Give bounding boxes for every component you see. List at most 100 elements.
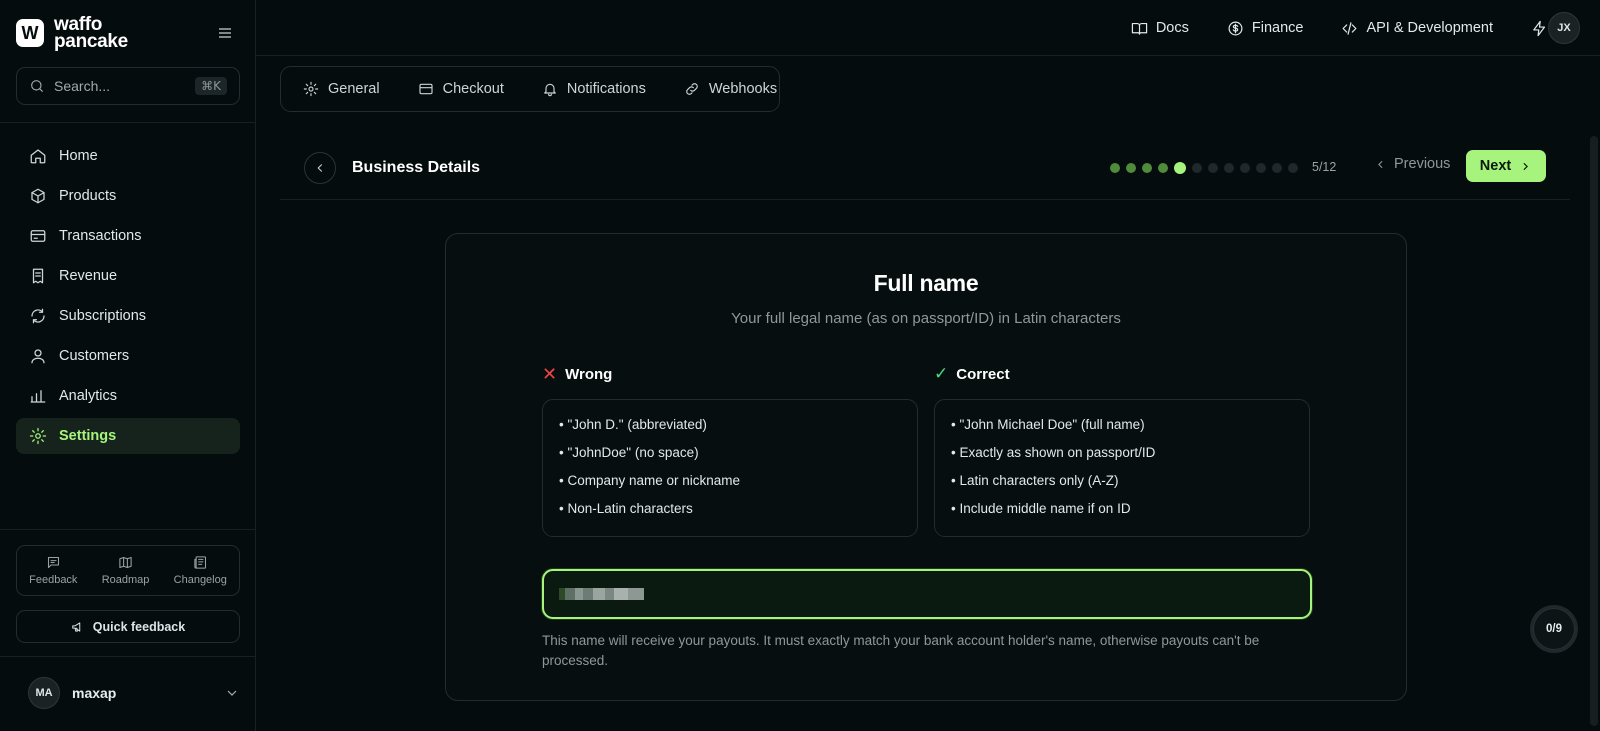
feedback-link[interactable]: Feedback xyxy=(29,555,77,586)
api-development-link-label: API & Development xyxy=(1366,20,1493,36)
sidebar-item-label: Settings xyxy=(59,428,117,444)
search-icon xyxy=(29,78,45,94)
newspaper-icon xyxy=(193,555,208,570)
card-title: Full name xyxy=(873,270,979,296)
account-avatar[interactable]: JX xyxy=(1548,12,1580,44)
correct-examples-box: • "John Michael Doe" (full name) • Exact… xyxy=(934,399,1310,537)
tab-notifications[interactable]: Notifications xyxy=(542,81,646,97)
lightning-icon xyxy=(1531,20,1548,37)
user-name: maxap xyxy=(72,685,117,701)
search-input[interactable]: Search... ⌘K xyxy=(16,67,240,105)
sidebar-item-customers[interactable]: Customers xyxy=(16,338,240,374)
docs-link[interactable]: Docs xyxy=(1131,20,1189,37)
box-icon xyxy=(29,187,47,205)
previous-button-label: Previous xyxy=(1394,156,1451,172)
top-bar: Docs Finance API & Development JX xyxy=(256,0,1600,56)
sidebar-item-transactions[interactable]: Transactions xyxy=(16,218,240,254)
api-development-link[interactable]: API & Development xyxy=(1341,20,1493,37)
sidebar-item-analytics[interactable]: Analytics xyxy=(16,378,240,414)
sidebar-item-label: Home xyxy=(59,148,98,164)
roadmap-link-label: Roadmap xyxy=(101,574,150,586)
tab-general[interactable]: General xyxy=(303,81,380,97)
previous-button[interactable]: Previous xyxy=(1374,156,1450,172)
correct-heading: ✓ Correct xyxy=(934,364,1010,384)
progress-badge[interactable]: 0/9 xyxy=(1530,605,1578,653)
next-button[interactable]: Next xyxy=(1466,150,1546,182)
sidebar-nav: Home Products Transactions Revenue Subsc… xyxy=(16,138,240,458)
tab-label: General xyxy=(328,81,380,97)
gear-icon xyxy=(303,81,319,97)
list-item: • Include middle name if on ID xyxy=(951,501,1131,516)
dollar-circle-icon xyxy=(1227,20,1244,37)
sidebar-divider xyxy=(0,122,256,123)
finance-link-label: Finance xyxy=(1251,20,1304,36)
book-icon xyxy=(1131,20,1148,37)
list-item: • "John D." (abbreviated) xyxy=(559,417,707,432)
step-dot xyxy=(1224,163,1234,173)
check-icon: ✓ xyxy=(934,364,949,384)
wrong-examples-box: • "John D." (abbreviated) • "JohnDoe" (n… xyxy=(542,399,918,537)
step-dot xyxy=(1288,163,1298,173)
step-dot xyxy=(1158,163,1168,173)
wrong-heading: ✕ Wrong xyxy=(542,364,612,385)
sidebar-item-revenue[interactable]: Revenue xyxy=(16,258,240,294)
sidebar-item-home[interactable]: Home xyxy=(16,138,240,174)
finance-link[interactable]: Finance xyxy=(1227,20,1304,37)
changelog-link-label: Changelog xyxy=(173,574,227,586)
next-button-label: Next xyxy=(1479,158,1512,174)
sidebar-item-settings[interactable]: Settings xyxy=(16,418,240,454)
list-item: • Latin characters only (A-Z) xyxy=(951,473,1119,488)
step-counter: 5/12 xyxy=(1312,160,1337,174)
code-icon xyxy=(1341,20,1358,37)
credit-card-icon xyxy=(29,227,47,245)
sidebar-collapse-button[interactable] xyxy=(216,24,234,42)
sidebar-item-label: Revenue xyxy=(59,268,118,284)
step-dot xyxy=(1240,163,1250,173)
redacted-name-value xyxy=(559,588,644,600)
quick-links: Feedback Roadmap Changelog xyxy=(16,545,240,596)
tab-label: Checkout xyxy=(442,81,504,97)
feedback-link-label: Feedback xyxy=(29,574,78,586)
full-name-input[interactable] xyxy=(542,569,1312,619)
menu-icon xyxy=(219,28,231,38)
brand-name: waffo pancake xyxy=(54,15,128,51)
top-links: Docs Finance API & Development xyxy=(1131,0,1548,56)
tab-checkout[interactable]: Checkout xyxy=(418,81,504,97)
bar-chart-icon xyxy=(29,387,47,405)
home-icon xyxy=(29,147,47,165)
chevron-down-icon xyxy=(224,685,240,701)
close-icon: ✕ xyxy=(542,364,558,385)
tab-label: Notifications xyxy=(566,81,646,97)
list-item: • Exactly as shown on passport/ID xyxy=(951,445,1156,460)
sidebar-item-label: Transactions xyxy=(59,228,142,244)
chevron-left-icon xyxy=(1378,160,1383,168)
wrong-heading-label: Wrong xyxy=(565,366,613,383)
quick-feedback-label: Quick feedback xyxy=(92,619,186,634)
scrollbar[interactable] xyxy=(1590,136,1598,726)
tab-webhooks[interactable]: Webhooks xyxy=(684,81,777,97)
user-menu[interactable]: MA maxap xyxy=(16,675,240,711)
brand-logo[interactable]: W waffo pancake xyxy=(16,15,128,51)
list-item: • Non-Latin characters xyxy=(559,501,693,516)
sidebar-divider xyxy=(0,529,256,530)
sidebar-item-products[interactable]: Products xyxy=(16,178,240,214)
quick-feedback-button[interactable]: Quick feedback xyxy=(16,610,240,643)
sidebar-item-label: Customers xyxy=(59,348,130,364)
changelog-link[interactable]: Changelog xyxy=(174,555,227,586)
back-button[interactable] xyxy=(304,152,336,184)
sidebar-item-subscriptions[interactable]: Subscriptions xyxy=(16,298,240,334)
settings-tabs: General Checkout Notifications Webhooks xyxy=(280,66,780,112)
gear-icon xyxy=(29,427,47,445)
tab-label: Webhooks xyxy=(708,81,778,97)
list-item: • "JohnDoe" (no space) xyxy=(559,445,699,460)
step-dot xyxy=(1208,163,1218,173)
sidebar-divider xyxy=(0,656,256,657)
activity-button[interactable] xyxy=(1531,20,1548,37)
step-dot xyxy=(1192,163,1202,173)
step-dot xyxy=(1272,163,1282,173)
list-item: • "John Michael Doe" (full name) xyxy=(951,417,1145,432)
roadmap-link[interactable]: Roadmap xyxy=(101,555,150,586)
chevron-left-icon xyxy=(317,164,323,172)
receipt-icon xyxy=(29,267,47,285)
bell-icon xyxy=(542,81,558,97)
